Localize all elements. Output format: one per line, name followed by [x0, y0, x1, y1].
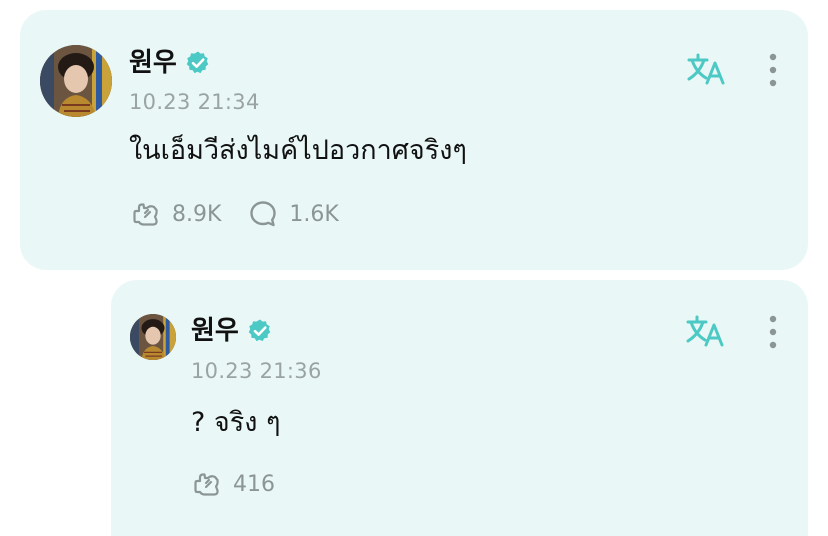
timestamp: 10.23 21:36: [191, 359, 322, 383]
translate-icon[interactable]: [686, 52, 726, 86]
author-row: 원우: [129, 46, 211, 80]
username[interactable]: 원우: [129, 46, 177, 80]
post-text: ในเอ็มวีส่งไมค์ไปอวกาศจริงๆ: [129, 135, 467, 166]
avatar[interactable]: [40, 45, 112, 117]
verified-badge-icon: [248, 319, 271, 342]
post-card[interactable]: 원우 10.23 21:34 ในเอ็มวีส่งไมค์ไปอวกาศจริ…: [20, 10, 808, 270]
verified-badge-icon: [186, 51, 209, 74]
timestamp: 10.23 21:34: [129, 90, 260, 114]
more-vertical-icon[interactable]: [766, 52, 780, 88]
translate-icon[interactable]: [685, 314, 725, 348]
comment-icon: [250, 201, 277, 227]
post-stats: 8.9K 1.6K: [130, 198, 339, 230]
more-vertical-icon[interactable]: [766, 314, 780, 350]
like-icon: [194, 473, 219, 496]
like-stat[interactable]: 416: [191, 468, 275, 500]
avatar[interactable]: [130, 314, 176, 360]
like-count: 8.9K: [172, 201, 222, 227]
avatar-image: [130, 314, 176, 360]
reply-card[interactable]: 원우 10.23 21:36 ? จริง ๆ 416: [111, 280, 808, 536]
post-stats: 416: [191, 468, 275, 500]
like-count: 416: [233, 471, 275, 497]
comment-count: 1.6K: [289, 201, 339, 227]
like-icon: [133, 203, 158, 226]
avatar-image: [40, 45, 112, 117]
author-row: 원우: [191, 314, 273, 348]
username[interactable]: 원우: [191, 314, 239, 348]
comment-stat[interactable]: 1.6K: [247, 198, 339, 230]
like-stat[interactable]: 8.9K: [130, 198, 221, 230]
post-text: ? จริง ๆ: [191, 407, 281, 438]
